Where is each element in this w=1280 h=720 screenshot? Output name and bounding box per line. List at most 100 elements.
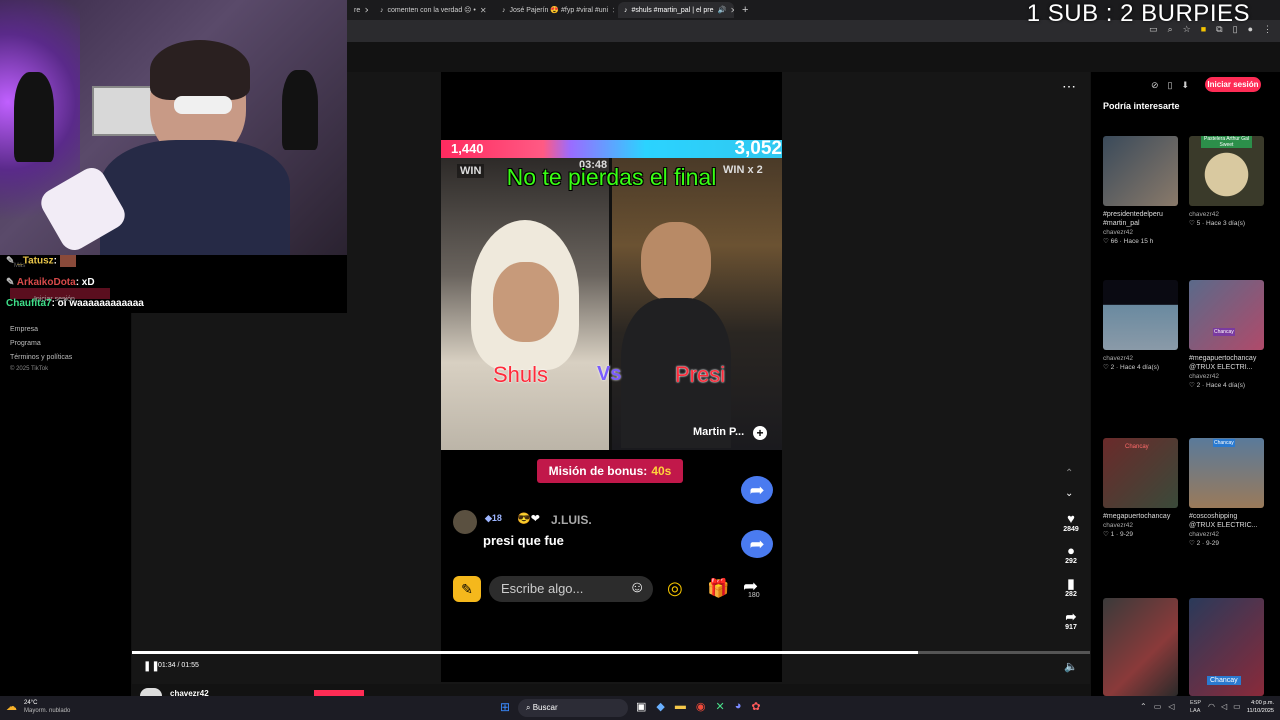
chat-username: ArkaikoDota bbox=[16, 277, 76, 288]
gift-icon[interactable]: 🎁 bbox=[707, 578, 729, 599]
app-icon-2[interactable]: ✿ bbox=[751, 700, 760, 713]
footer-link-terms[interactable]: Términos y políticas bbox=[10, 354, 72, 361]
emoji-icon[interactable]: ☺ bbox=[629, 579, 645, 597]
follow-plus-icon[interactable]: + bbox=[753, 426, 767, 440]
share-arrow-icon[interactable]: ➦ bbox=[741, 476, 773, 504]
taskbar-search[interactable]: ⌕ Buscar bbox=[518, 699, 628, 717]
app-icon[interactable]: ✕ bbox=[715, 700, 724, 713]
copyright: © 2025 TikTok bbox=[10, 366, 49, 372]
weather-icon[interactable]: ☁ bbox=[6, 700, 17, 713]
browser-tab[interactable]: ♪José Pajerín 😍 #fyp #viral #uni✕ bbox=[496, 2, 614, 18]
volume-icon[interactable]: ◁ bbox=[1221, 702, 1227, 711]
close-tab-icon[interactable]: ✕ bbox=[480, 6, 487, 15]
commenter-level-badge: ◆18 bbox=[485, 513, 502, 523]
video-author[interactable]: chavezr42 bbox=[1189, 210, 1264, 219]
video-thumbnail[interactable] bbox=[1103, 598, 1178, 696]
stream-chat-overlay: Más Iniciar sesión ✎ _Tatusz: ✎ ArkaikoD… bbox=[0, 255, 347, 313]
video-author[interactable]: chavezr42 bbox=[1103, 521, 1178, 530]
search-icon: ⌕ bbox=[526, 703, 533, 712]
download-icon[interactable]: ⬇ bbox=[1182, 80, 1190, 91]
footer-link-empresa[interactable]: Empresa bbox=[10, 326, 38, 333]
recommended-video[interactable]: chavezr42 ♡ 2 · Hace 4 día(s) bbox=[1103, 280, 1178, 372]
copilot-icon[interactable]: ◆ bbox=[656, 700, 664, 713]
tiktok-icon: ♪ bbox=[380, 6, 384, 14]
folder-icon[interactable]: ▬ bbox=[675, 700, 686, 713]
video-author[interactable]: chavezr42 bbox=[1103, 354, 1178, 363]
discord-icon[interactable]: ◕ bbox=[735, 700, 742, 713]
streamer-hoodie bbox=[100, 140, 290, 255]
chat-text: : xD bbox=[75, 277, 95, 288]
more-menu-icon[interactable]: ⋮ bbox=[1263, 24, 1272, 35]
stream-overlay-text: 1 SUB : 2 BURPIES bbox=[1026, 0, 1250, 27]
creator-name: Martin P... bbox=[693, 426, 745, 438]
volume-icon[interactable]: 🔈 bbox=[1064, 660, 1078, 673]
share-button[interactable]: ➦ 917 bbox=[1062, 610, 1080, 632]
recommended-video[interactable]: Pastelera Arthur Gal Sweet chavezr42 ♡ 5… bbox=[1189, 136, 1264, 228]
chat-username: _Tatusz bbox=[17, 255, 54, 267]
browser-tab[interactable]: ♪ comenten con la verdad ☹ • ✕ bbox=[374, 2, 492, 18]
author-avatar[interactable] bbox=[140, 688, 162, 696]
comment-count: 292 bbox=[1065, 558, 1077, 565]
progress-track[interactable] bbox=[132, 651, 1090, 654]
video-thumbnail[interactable]: Chancay bbox=[1189, 280, 1264, 350]
share-arrow-icon[interactable]: ➦ bbox=[741, 530, 773, 558]
video-thumbnail[interactable] bbox=[1103, 280, 1178, 350]
chat-username: Chaufita7 bbox=[6, 298, 52, 309]
thumbnail-text: Pastelera Arthur Gal Sweet bbox=[1201, 136, 1252, 148]
bookmark-icon: ▮ bbox=[1067, 576, 1075, 591]
like-button[interactable]: ♥ 2849 bbox=[1062, 512, 1080, 534]
bonus-timer: 40s bbox=[651, 464, 672, 478]
video-thumbnail[interactable]: Chancay bbox=[1103, 438, 1178, 508]
face-shape bbox=[493, 262, 559, 342]
close-tab-icon[interactable]: ✕ bbox=[612, 6, 614, 15]
author-name[interactable]: chavezr42 bbox=[170, 689, 209, 696]
browser-tab-active[interactable]: ♪ #shuls #martin_pal | el pre 🔊 ✕ bbox=[618, 2, 734, 18]
recommended-video[interactable]: Chancay bbox=[1189, 598, 1264, 696]
task-view-icon[interactable]: ▣ bbox=[636, 700, 646, 713]
wifi-icon[interactable]: ◠ bbox=[1208, 702, 1215, 711]
login-button[interactable]: Iniciar sesión bbox=[1205, 77, 1261, 92]
video-thumbnail[interactable] bbox=[1103, 136, 1178, 206]
clock[interactable]: 4:00 p.m. 11/10/2025 bbox=[1236, 699, 1274, 715]
video-caption: #coscoshipping @TRUX ELECTRIC... bbox=[1189, 513, 1258, 529]
quick-comment-icon[interactable]: ✎ bbox=[453, 576, 481, 602]
recommended-video[interactable]: Chancay #coscoshipping @TRUX ELECTRIC...… bbox=[1189, 438, 1264, 548]
windows-start-icon[interactable]: ⊞ bbox=[500, 700, 510, 714]
video-author[interactable]: chavezr42 bbox=[1189, 372, 1264, 381]
recommended-video[interactable]: Chancay #megapuertochancay @TRUX ELECTRI… bbox=[1189, 280, 1264, 390]
tab-label: comenten con la verdad ☹ • bbox=[387, 7, 476, 14]
video-thumbnail[interactable]: Pastelera Arthur Gal Sweet bbox=[1189, 136, 1264, 206]
browser-tab[interactable]: re ✕ bbox=[348, 2, 368, 18]
recommended-video[interactable]: #presidentedelperu #martin_pal chavezr42… bbox=[1103, 136, 1178, 246]
share-count: 180 bbox=[748, 592, 760, 599]
weather-widget[interactable]: 24°C Mayorm. nublado bbox=[24, 699, 70, 715]
save-button[interactable]: ▮ 282 bbox=[1062, 576, 1080, 599]
thumbnail-text: Chancay bbox=[1207, 676, 1241, 685]
cat-statue bbox=[14, 72, 54, 162]
network-icon[interactable]: ▭ bbox=[1154, 702, 1162, 711]
comment-button[interactable]: ● 292 bbox=[1062, 544, 1080, 566]
video-author[interactable]: chavezr42 bbox=[1103, 228, 1178, 237]
chevron-down-icon[interactable]: ⌄ bbox=[1065, 488, 1073, 499]
close-tab-icon[interactable]: ✕ bbox=[730, 6, 734, 15]
video-thumbnail[interactable]: Chancay bbox=[1189, 438, 1264, 508]
close-tab-icon[interactable]: ✕ bbox=[364, 6, 368, 15]
video-author[interactable]: chavezr42 bbox=[1189, 530, 1264, 539]
language-indicator[interactable]: ESP LAA bbox=[1190, 699, 1204, 715]
new-tab-button[interactable]: + bbox=[736, 2, 750, 18]
footer-link-programa[interactable]: Programa bbox=[10, 340, 41, 347]
chrome-icon[interactable]: ◉ bbox=[696, 700, 706, 713]
recommended-video[interactable]: Chancay #megapuertochancay chavezr42 ♡ 1… bbox=[1103, 438, 1178, 539]
video-frame[interactable]: 1,440 3,052 WIN 03:48 WIN x 2 No te pier… bbox=[441, 72, 782, 682]
thumbnail-text: Chancay bbox=[1125, 444, 1149, 450]
chevron-up-icon[interactable]: ⌃ bbox=[1065, 468, 1073, 479]
video-stats: ♡ 2 · 9-29 bbox=[1189, 540, 1220, 547]
recommended-video[interactable] bbox=[1103, 598, 1178, 696]
speaker-icon[interactable]: ◁ bbox=[1168, 702, 1174, 711]
video-thumbnail[interactable]: Chancay bbox=[1189, 598, 1264, 696]
coin-icon[interactable]: ◎ bbox=[667, 578, 683, 599]
chevron-up-icon[interactable]: ⌃ bbox=[1140, 702, 1147, 711]
device-icon[interactable]: ▯ bbox=[1168, 80, 1173, 91]
compass-icon[interactable]: ⊘ bbox=[1151, 80, 1159, 91]
more-options-icon[interactable]: ⋯ bbox=[1062, 78, 1076, 95]
